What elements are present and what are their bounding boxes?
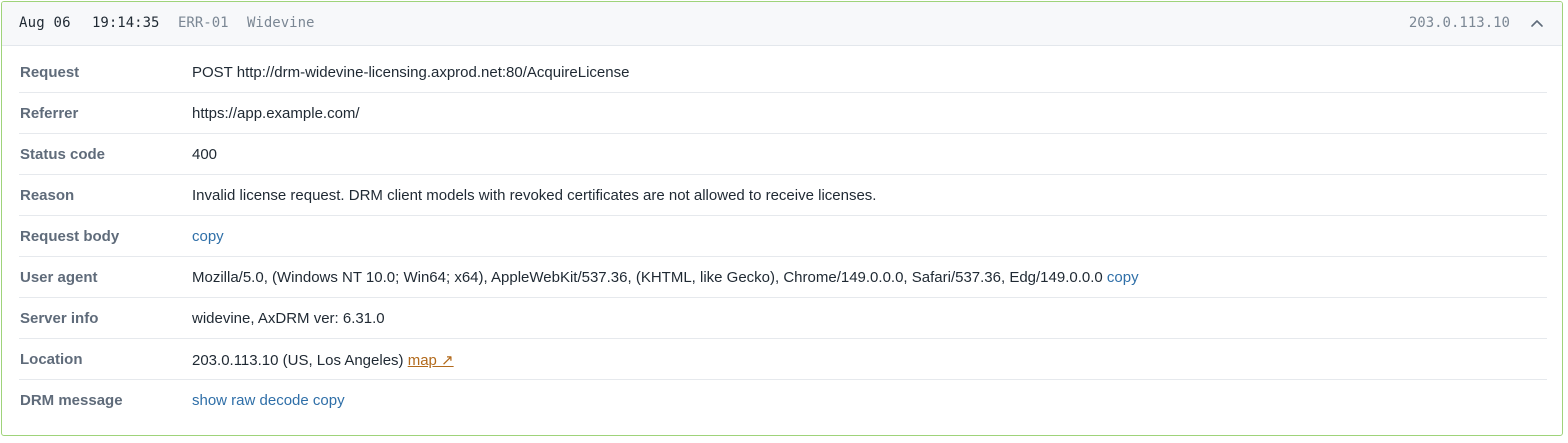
referrer-label: Referrer [20, 105, 79, 122]
detail-row-drm-message: DRM message show raw decode copy [19, 380, 1547, 420]
user-agent-copy-link[interactable]: copy [1107, 269, 1139, 286]
chevron-up-icon[interactable] [1530, 16, 1544, 30]
server-info-value: widevine, AxDRM ver: 6.31.0 [192, 310, 385, 327]
request-body-value: copy [192, 228, 224, 245]
entry-date: Aug 06 [19, 15, 71, 31]
location-value: 203.0.113.10 (US, Los Angeles) map ↗ [192, 351, 454, 369]
location-label: Location [20, 351, 83, 368]
error-log-entry: Aug 06 19:14:35 ERR-01 Widevine 203.0.11… [1, 1, 1563, 436]
entry-time: 19:14:35 [92, 15, 160, 31]
map-link[interactable]: map ↗ [408, 352, 454, 369]
detail-row-request-body: Request body copy [19, 216, 1547, 257]
detail-row-server-info: Server info widevine, AxDRM ver: 6.31.0 [19, 298, 1547, 339]
entry-header[interactable]: Aug 06 19:14:35 ERR-01 Widevine 203.0.11… [2, 2, 1562, 46]
server-info-label: Server info [20, 310, 99, 327]
status-value: 400 [192, 146, 218, 163]
detail-row-location: Location 203.0.113.10 (US, Los Angeles) … [19, 339, 1547, 380]
referrer-value: https://app.example.com/ [192, 105, 360, 122]
request-label: Request [20, 64, 80, 81]
location-text: 203.0.113.10 (US, Los Angeles) [192, 352, 404, 369]
request-value: POST http://drm-widevine-licensing.axpro… [192, 64, 630, 81]
error-code: ERR-01 [178, 15, 229, 31]
drm-copy-link[interactable]: copy [313, 392, 345, 409]
request-body-copy-link[interactable]: copy [192, 228, 224, 245]
drm-system: Widevine [247, 15, 315, 31]
drm-message-label: DRM message [20, 392, 123, 409]
show-raw-link[interactable]: show raw [192, 392, 255, 409]
reason-value: Invalid license request. DRM client mode… [192, 187, 877, 204]
user-agent-value: Mozilla/5.0, (Windows NT 10.0; Win64; x6… [192, 269, 1139, 286]
decode-link[interactable]: decode [260, 392, 309, 409]
status-label: Status code [20, 146, 106, 163]
client-ip: 203.0.113.10 [1408, 15, 1510, 31]
user-agent-text: Mozilla/5.0, (Windows NT 10.0; Win64; x6… [192, 269, 1103, 286]
drm-message-actions: show raw decode copy [192, 392, 345, 409]
entry-details: Request POST http://drm-widevine-licensi… [19, 52, 1547, 420]
request-body-label: Request body [20, 228, 120, 245]
detail-row-user-agent: User agent Mozilla/5.0, (Windows NT 10.0… [19, 257, 1547, 298]
reason-label: Reason [20, 187, 75, 204]
detail-row-referrer: Referrer https://app.example.com/ [19, 93, 1547, 134]
detail-row-reason: Reason Invalid license request. DRM clie… [19, 175, 1547, 216]
detail-row-request: Request POST http://drm-widevine-licensi… [19, 52, 1547, 93]
detail-row-status: Status code 400 [19, 134, 1547, 175]
user-agent-label: User agent [20, 269, 98, 286]
